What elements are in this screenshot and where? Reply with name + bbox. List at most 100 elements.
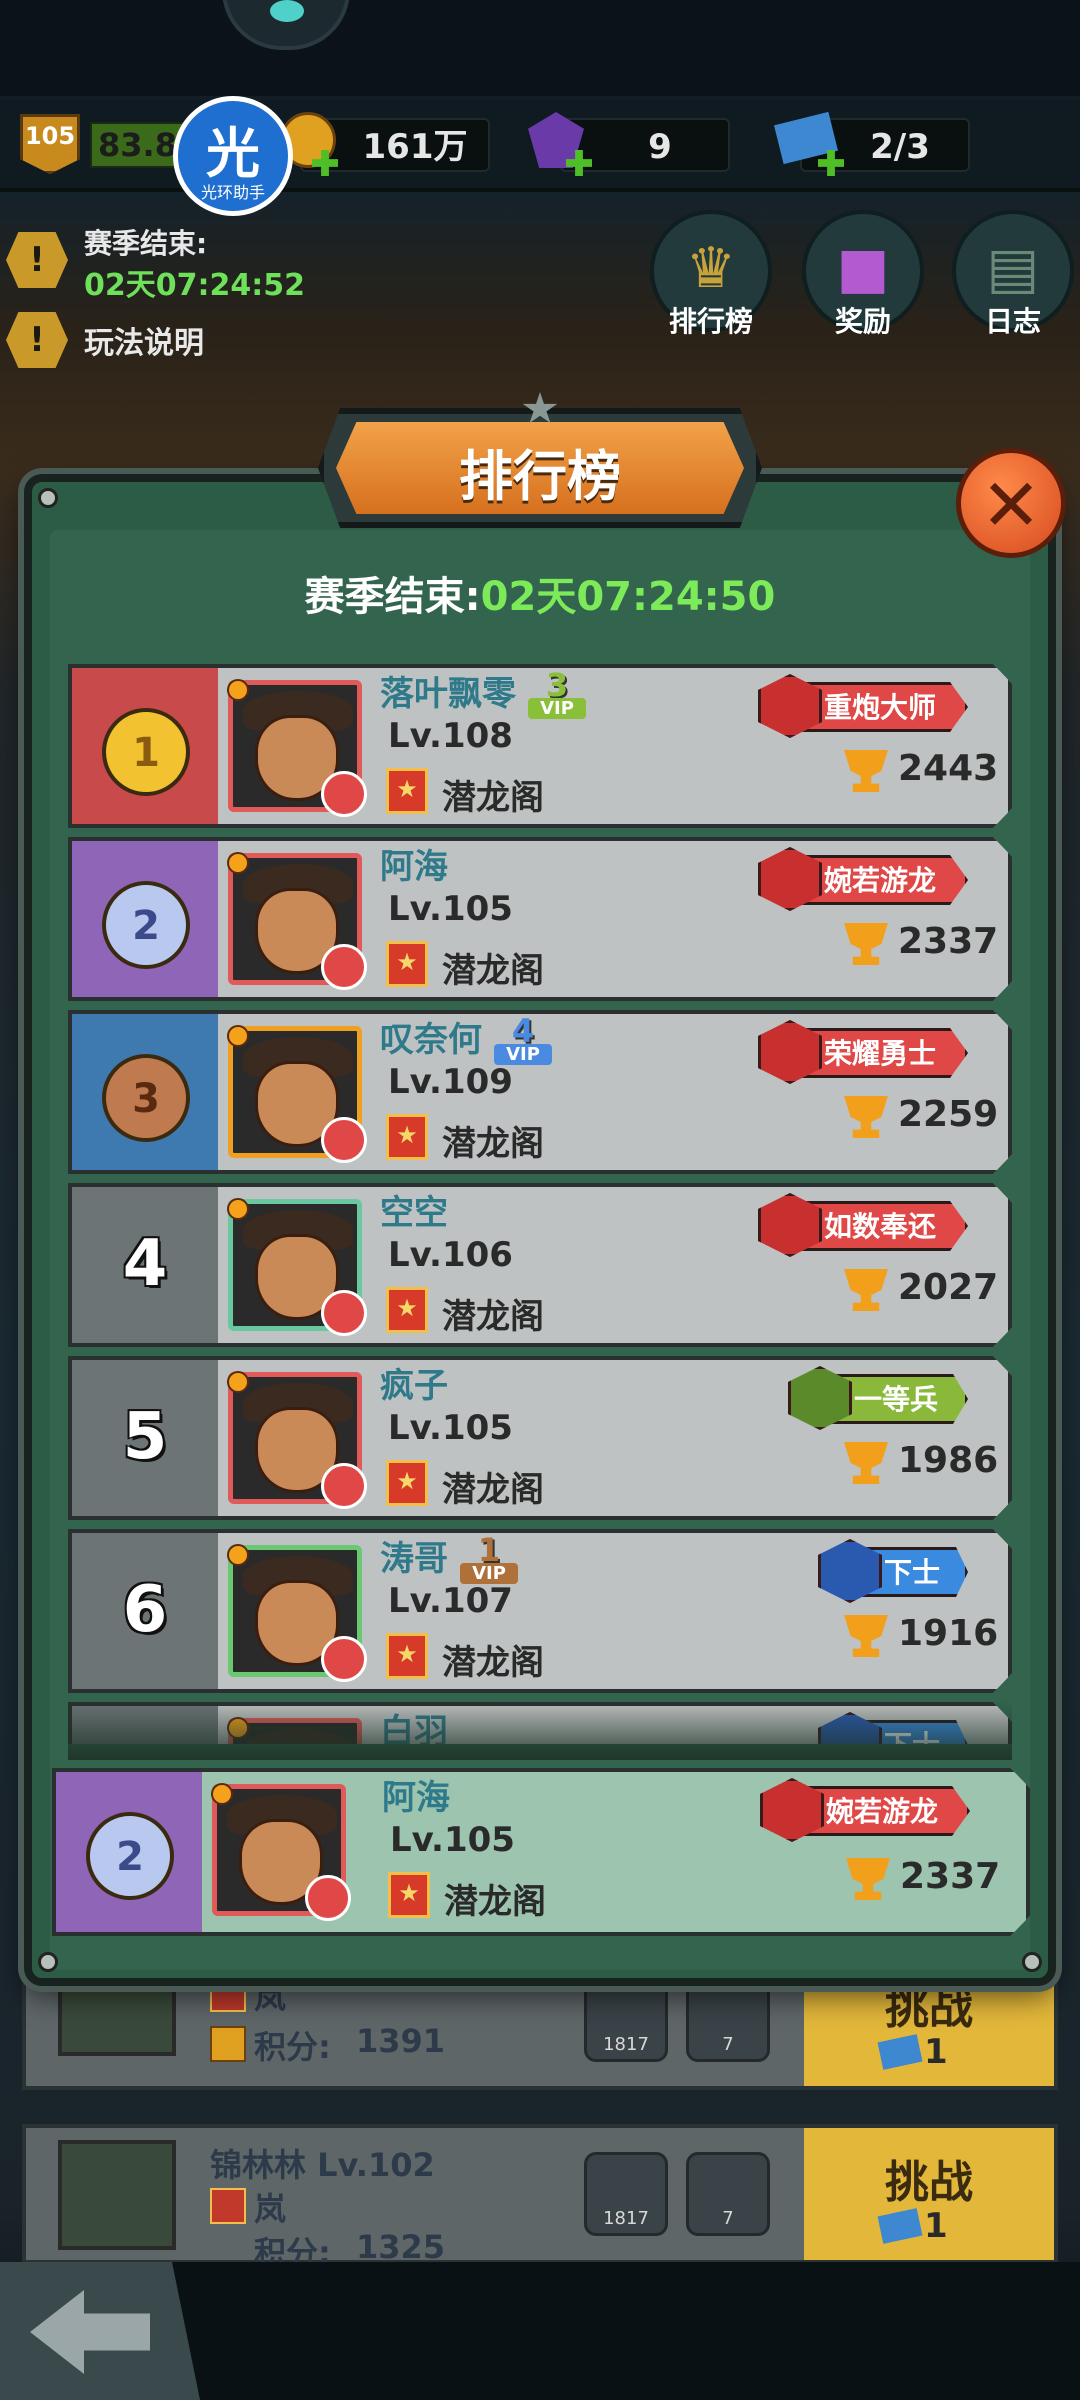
player-score: 1986: [898, 1440, 999, 1481]
player-score: 2337: [900, 1856, 1001, 1897]
player-avatar[interactable]: [227, 1544, 367, 1682]
rank-cell: 4: [72, 1187, 218, 1343]
season-end-label: 赛季结束:: [84, 227, 208, 260]
medal-a-icon: 1817: [584, 2152, 668, 2236]
howto-icon[interactable]: !: [6, 312, 68, 368]
opponent-guild: 岚: [254, 2190, 287, 2228]
title-text: 重炮大师: [824, 691, 937, 724]
ranking-row[interactable]: 3叹奈何4VIPLv.109潜龙阁荣耀勇士2259: [68, 1010, 1012, 1174]
player-avatar[interactable]: [227, 1025, 367, 1163]
rank-cell: 1: [72, 668, 218, 824]
player-name: 空空: [380, 1193, 448, 1233]
my-rank-entry[interactable]: 2 阿海Lv.105 潜龙阁 婉若游龙 2337: [52, 1768, 1030, 1936]
guild-name: 潜龙阁: [442, 1297, 544, 1337]
player-score: 2259: [898, 1094, 999, 1135]
my-rank-row[interactable]: 2 阿海Lv.105 潜龙阁 婉若游龙 2337: [52, 1768, 1030, 1936]
modal-season-row: 赛季结束:02天07:24:50: [0, 564, 1080, 622]
weapon-badge-icon: [321, 771, 367, 817]
ranking-row[interactable]: 5 疯子Lv.105 潜龙阁 一等兵 1986: [68, 1356, 1012, 1520]
weapon-badge-icon: [321, 1117, 367, 1163]
overlay-app-label: 光环助手: [200, 183, 265, 202]
rank-medal-icon: 3: [102, 1040, 190, 1142]
guild-icon: [210, 2188, 246, 2224]
rank-cell: 3: [72, 1014, 218, 1170]
resource-bar: 105 83.8 161万 9 2/3: [0, 100, 1080, 192]
player-level: Lv.106: [388, 1235, 513, 1275]
guild-icon: [386, 1287, 428, 1333]
player-avatar[interactable]: [227, 1198, 367, 1336]
title-text: 下士: [884, 1556, 941, 1589]
opponent-name: 锦林林 Lv.102: [210, 2146, 435, 2184]
guild-name: 潜龙阁: [442, 1124, 544, 1164]
guild-icon: [386, 1460, 428, 1506]
ranking-row[interactable]: 6涛哥1VIPLv.107潜龙阁下士1916: [68, 1529, 1012, 1693]
guild-icon: [386, 941, 428, 987]
avatar-corner-icon: [227, 1371, 249, 1393]
player-level: Lv.107: [388, 1581, 513, 1621]
player-score: 2443: [898, 748, 999, 789]
player-level: Lv.105: [390, 1820, 515, 1860]
overlay-app-logo[interactable]: 光 光环助手: [173, 96, 293, 216]
player-name: 阿海: [380, 847, 448, 887]
rank-cell: 6: [72, 1533, 218, 1689]
rank-number: 2: [116, 1834, 144, 1880]
rank-number: 6: [122, 1573, 168, 1647]
avatar-corner-icon: [211, 1783, 233, 1805]
modal-title: 排行榜: [459, 445, 621, 508]
player-avatar[interactable]: [227, 852, 367, 990]
weapon-badge-icon: [321, 944, 367, 990]
bolt-icon: [38, 1952, 58, 1972]
weapon-badge-icon: [321, 1463, 367, 1509]
player-level: Lv.105: [388, 1408, 513, 1448]
close-button[interactable]: ✕: [956, 448, 1066, 558]
player-avatar[interactable]: [227, 1371, 367, 1509]
ranking-row[interactable]: 4 空空Lv.106 潜龙阁 如数奉还 2027: [68, 1183, 1012, 1347]
player-name: 涛哥: [380, 1539, 448, 1579]
season-warning-icon: !: [6, 232, 68, 288]
exp-value: 83.8: [98, 126, 177, 164]
guild-name: 潜龙阁: [442, 1643, 544, 1683]
rank-cell: 2: [56, 1772, 202, 1932]
modal-season-time: 02天07:24:50: [480, 574, 776, 620]
guild-icon: [388, 1872, 430, 1918]
player-name: 落叶飘零: [380, 674, 516, 714]
howto-link[interactable]: 玩法说明: [84, 318, 204, 362]
player-avatar[interactable]: [211, 1783, 351, 1921]
ranking-list[interactable]: 1落叶飘零3VIPLv.108潜龙阁重炮大师24432阿海Lv.105潜龙阁婉若…: [68, 664, 1012, 1744]
ranking-row[interactable]: 2 阿海Lv.105 潜龙阁 婉若游龙 2337: [68, 837, 1012, 1001]
title-text: 如数奉还: [824, 1210, 937, 1243]
bolt-icon: [38, 488, 58, 508]
rank-cell: 5: [72, 1360, 218, 1516]
ticket-icon: [877, 2034, 923, 2070]
challenge-cost: 1: [924, 2206, 948, 2246]
medal-b-icon: 7: [686, 1978, 770, 2062]
rank-cell: 2: [72, 841, 218, 997]
rank-number: 2: [132, 903, 160, 949]
player-name: 疯子: [380, 1366, 448, 1406]
challenge-button[interactable]: 挑战 1: [804, 2128, 1054, 2260]
opponent-avatar: [58, 2140, 176, 2250]
guild-icon: [386, 1633, 428, 1679]
weapon-badge-icon: [305, 1875, 351, 1921]
vip-badge-icon: 3 VIP: [522, 664, 592, 728]
title-text: 婉若游龙: [826, 1795, 939, 1828]
top-strip: [0, 0, 1080, 96]
avatar-corner-icon: [227, 852, 249, 874]
ranking-row[interactable]: 1 落叶飘零3VIPLv.108 潜龙阁 重炮大师 2443: [68, 664, 1012, 828]
player-avatar[interactable]: [227, 679, 367, 817]
guild-name: 潜龙阁: [444, 1882, 546, 1922]
rank-number: 3: [132, 1076, 160, 1122]
opponent-score: 1325: [356, 2228, 446, 2266]
player-level: Lv.109: [388, 1062, 513, 1102]
opponent-score-label: 积分:: [254, 2028, 331, 2066]
vip-label: VIP: [528, 698, 586, 719]
player-level: Lv.105: [388, 889, 513, 929]
weapon-badge-icon: [321, 1290, 367, 1336]
modal-season-label: 赛季结束:: [304, 574, 481, 620]
player-name: 叹奈何: [380, 1020, 482, 1060]
guild-icon: [386, 1114, 428, 1160]
challenge-cost: 1: [924, 2032, 948, 2072]
rank-number: 5: [122, 1400, 168, 1474]
log-button-label: 日志: [984, 305, 1041, 338]
avatar-corner-icon: [227, 679, 249, 701]
